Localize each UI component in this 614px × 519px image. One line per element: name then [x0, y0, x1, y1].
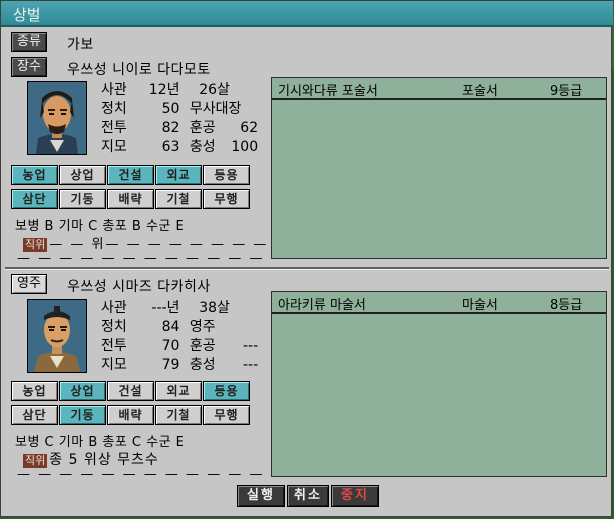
dash-line: — — — — — — — — — — — — — — [17, 467, 286, 482]
skill-triple-volley[interactable]: 삼단 — [11, 189, 58, 209]
rank-badge: 직위 — [23, 454, 48, 468]
stat-label: 정치 — [101, 319, 127, 335]
skill-construction[interactable]: 건설 — [107, 165, 154, 185]
lord-section: 영주 우쓰성 시마즈 다카히사 사관 ---년 38살 정치 84 영주 전투 … — [5, 271, 609, 483]
stat-rank: 영주 — [189, 319, 216, 335]
general-section: 종류 가보 장수 우쓰성 니이로 다다모토 사관 12년 26살 정치 50 무… — [5, 29, 609, 267]
stat-value: --- — [242, 357, 259, 373]
stat-row-combat: 전투 82 훈공 62 — [101, 119, 264, 138]
skill-commerce[interactable]: 상업 — [59, 381, 106, 401]
skill-iron[interactable]: 기철 — [155, 405, 202, 425]
rank-badge: 직위 — [23, 238, 48, 252]
aptitude-line: 보병 B 기마 C 총포 B 수군 E — [15, 219, 185, 234]
section-divider — [5, 267, 609, 270]
lord-skill-grid: 농업 상업 건설 외교 등용 삼단 기동 배략 기철 무행 — [11, 381, 250, 425]
stat-row-combat: 전투 70 훈공 --- — [101, 337, 264, 356]
skill-mobility[interactable]: 기동 — [59, 405, 106, 425]
skill-diplomacy[interactable]: 외교 — [155, 381, 202, 401]
rank-text: 종 5 위상 무츠수 — [49, 452, 159, 468]
skill-march[interactable]: 무행 — [203, 405, 250, 425]
skill-scheme[interactable]: 배략 — [107, 405, 154, 425]
lord-portrait-art — [28, 300, 86, 372]
stat-row-politics: 정치 84 영주 — [101, 318, 264, 337]
item-name: 아라키류 마술서 — [278, 298, 366, 313]
lord-tag[interactable]: 영주 — [11, 274, 47, 294]
stat-value: 84 — [161, 319, 180, 335]
aptitude-line: 보병 C 기마 B 총포 C 수군 E — [15, 435, 185, 450]
general-stats: 사관 12년 26살 정치 50 무사대장 전투 82 훈공 62 지모 63 … — [101, 81, 264, 157]
item-name: 기시와다류 포술서 — [278, 84, 378, 99]
skill-iron[interactable]: 기철 — [155, 189, 202, 209]
stat-value: 79 — [161, 357, 180, 373]
item-row[interactable]: 아라키류 마술서 마술서 8등급 — [272, 292, 606, 314]
skill-commerce[interactable]: 상업 — [59, 165, 106, 185]
stat-value: --- — [242, 338, 259, 354]
stat-value: 63 — [161, 139, 180, 155]
stat-row-service: 사관 12년 26살 — [101, 81, 264, 100]
stat-label: 충성 — [189, 357, 216, 373]
execute-button[interactable]: 실행 — [237, 485, 285, 507]
stat-label: 정치 — [101, 101, 127, 117]
general-name: 우쓰성 니이로 다다모토 — [67, 62, 211, 78]
stat-age: 38살 — [199, 300, 230, 316]
skill-construction[interactable]: 건설 — [107, 381, 154, 401]
general-portrait-art — [28, 82, 86, 154]
skill-recruit[interactable]: 등용 — [203, 165, 250, 185]
stat-rank: 무사대장 — [189, 101, 242, 117]
item-panel: 기시와다류 포술서 포술서 9등급 — [271, 77, 607, 259]
stat-label: 사관 — [101, 82, 127, 98]
stat-row-service: 사관 ---년 38살 — [101, 299, 264, 318]
stat-row-intellect: 지모 63 충성 100 — [101, 138, 264, 157]
lord-portrait — [27, 299, 87, 373]
stat-label: 훈공 — [189, 338, 216, 354]
general-portrait — [27, 81, 87, 155]
item-type: 마술서 — [462, 298, 498, 313]
stat-age: 26살 — [199, 82, 230, 98]
stat-label: 전투 — [101, 120, 127, 136]
kind-value: 가보 — [67, 37, 94, 53]
stat-row-intellect: 지모 79 충성 --- — [101, 356, 264, 375]
stat-value: 70 — [161, 338, 180, 354]
stop-button[interactable]: 중지 — [331, 485, 379, 507]
kind-tag[interactable]: 종류 — [11, 32, 47, 52]
skill-diplomacy[interactable]: 외교 — [155, 165, 202, 185]
stat-label: 사관 — [101, 300, 127, 316]
stat-value: 50 — [161, 101, 180, 117]
stat-label: 지모 — [101, 139, 127, 155]
cancel-button[interactable]: 취소 — [287, 485, 329, 507]
rank-line: 직위 종 5 위상 무츠수 — [23, 449, 159, 469]
item-type: 포술서 — [462, 84, 498, 99]
stat-label: 전투 — [101, 338, 127, 354]
skill-mobility[interactable]: 기동 — [59, 189, 106, 209]
dash-line: — — — — — — — — — — — — — — [17, 251, 286, 266]
item-grade: 9등급 — [550, 84, 583, 99]
stat-row-politics: 정치 50 무사대장 — [101, 100, 264, 119]
reward-dialog: 상벌 종류 가보 장수 우쓰성 니이로 다다모토 사관 12년 26살 정치 5… — [0, 0, 613, 517]
rank-line: 직위 — — 위— — — — — — — — — [23, 233, 268, 252]
general-skill-grid: 농업 상업 건설 외교 등용 삼단 기동 배략 기철 무행 — [11, 165, 250, 209]
stat-value: ---년 — [151, 300, 180, 316]
stat-label: 훈공 — [189, 120, 216, 136]
stat-value: 82 — [161, 120, 180, 136]
skill-triple-volley[interactable]: 삼단 — [11, 405, 58, 425]
stat-value: 12년 — [148, 82, 180, 98]
skill-agriculture[interactable]: 농업 — [11, 165, 58, 185]
stat-value: 62 — [240, 120, 259, 136]
title-bar[interactable]: 상벌 — [1, 1, 613, 27]
item-panel: 아라키류 마술서 마술서 8등급 — [271, 291, 607, 477]
skill-agriculture[interactable]: 농업 — [11, 381, 58, 401]
lord-name: 우쓰성 시마즈 다카히사 — [67, 279, 211, 295]
skill-recruit[interactable]: 등용 — [203, 381, 250, 401]
skill-scheme[interactable]: 배략 — [107, 189, 154, 209]
lord-stats: 사관 ---년 38살 정치 84 영주 전투 70 훈공 --- 지모 79 … — [101, 299, 264, 375]
window-title: 상벌 — [13, 6, 41, 24]
item-row[interactable]: 기시와다류 포술서 포술서 9등급 — [272, 78, 606, 100]
stat-label: 충성 — [189, 139, 216, 155]
rank-text: — — 위— — — — — — — — — [49, 237, 269, 252]
stat-value: 100 — [231, 139, 259, 155]
general-tag[interactable]: 장수 — [11, 57, 47, 77]
skill-march[interactable]: 무행 — [203, 189, 250, 209]
stat-label: 지모 — [101, 357, 127, 373]
item-grade: 8등급 — [550, 298, 583, 313]
